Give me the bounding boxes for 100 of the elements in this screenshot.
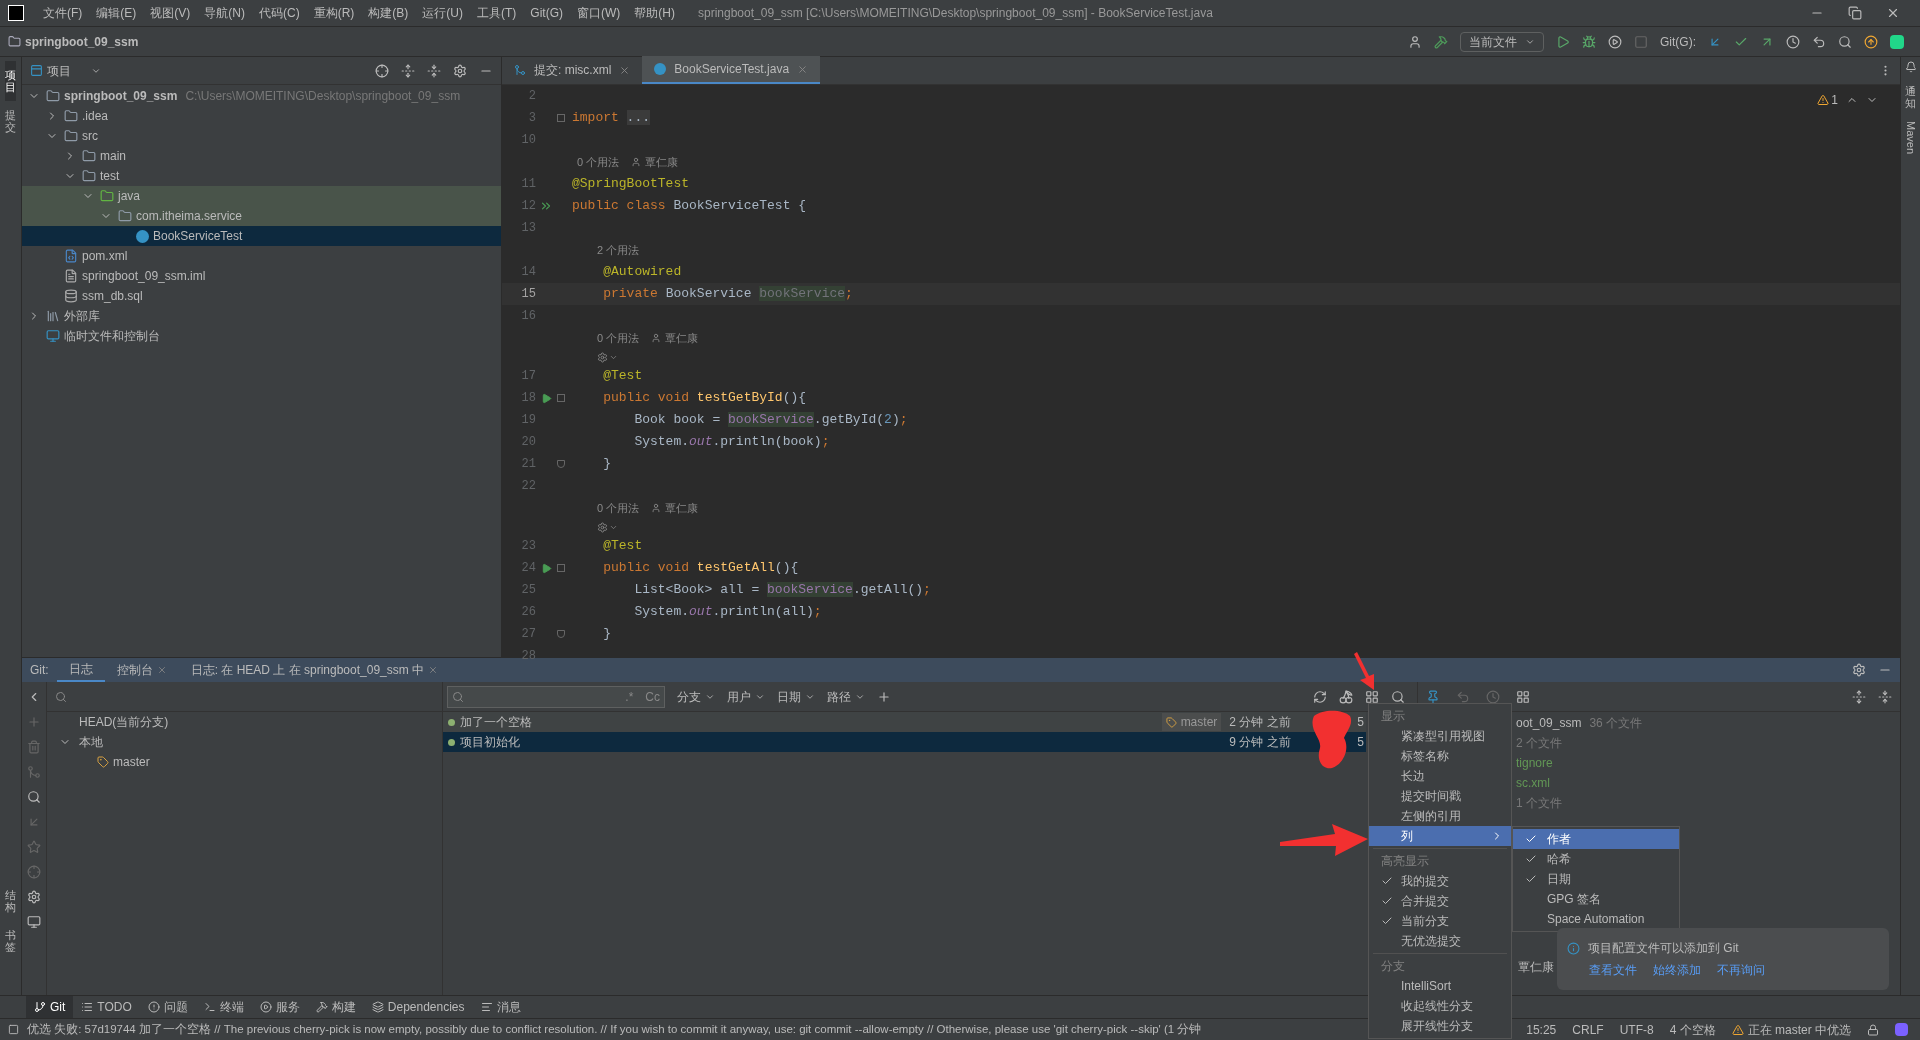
menu-item[interactable]: 窗口(W) (570, 4, 628, 22)
menu-item[interactable]: 工具(T) (470, 4, 524, 22)
locate-icon[interactable] (375, 63, 389, 78)
side-tab[interactable]: 项目 (5, 61, 16, 102)
filter-dropdown[interactable]: 日期 (777, 687, 815, 706)
expand-all-icon[interactable] (1852, 689, 1866, 704)
file-entry[interactable]: tignore (1516, 754, 1553, 772)
merge-icon[interactable] (27, 765, 41, 779)
close-icon[interactable] (1886, 6, 1900, 20)
tree-item[interactable]: main (22, 146, 501, 166)
close-icon[interactable] (619, 64, 631, 76)
menu-item[interactable]: 提交时间戳 (1369, 786, 1511, 806)
branch-item[interactable]: master (113, 753, 150, 771)
star-icon[interactable] (27, 840, 41, 854)
run-icon[interactable] (1556, 34, 1570, 49)
settings-icon[interactable] (1852, 663, 1866, 677)
filter-dropdown[interactable]: 用户 (727, 687, 765, 706)
panel-tab[interactable]: 控制台 (104, 658, 179, 682)
usage-hint[interactable]: 0 个用法 (597, 329, 640, 347)
menu-item[interactable]: 长边 (1369, 766, 1511, 786)
editor-tab[interactable]: 提交: misc.xml (502, 56, 643, 84)
side-tab[interactable]: 通知 (1905, 85, 1916, 110)
tool-window-button[interactable]: Dependencies (363, 995, 473, 1019)
line-ending[interactable]: CRLF (1572, 1020, 1604, 1039)
branch-item[interactable]: HEAD(当前分支) (79, 713, 169, 731)
tree-item[interactable]: 临时文件和控制台 (22, 326, 501, 346)
project-name[interactable]: springboot_09_ssm (25, 32, 139, 51)
menu-item[interactable]: 作者 (1513, 829, 1679, 849)
author-hint[interactable]: 覃仁康 (665, 329, 699, 347)
menu-item[interactable]: 重构(R) (306, 4, 362, 22)
side-tab[interactable]: 提交 (5, 101, 16, 142)
lock-icon[interactable] (1867, 1023, 1879, 1036)
tree-item[interactable]: 外部库 (22, 306, 501, 326)
refresh-icon[interactable] (1313, 689, 1327, 704)
new-tab-icon[interactable] (877, 689, 891, 704)
file-entry[interactable]: oot_09_ssm (1516, 714, 1582, 732)
tree-item[interactable]: springboot_09_ssm C:\Users\MOMEITING\Desktop\springboot_09_ssm (22, 86, 501, 106)
side-tab[interactable]: 书签 (5, 920, 16, 961)
gear-icon[interactable] (597, 351, 608, 363)
filter-dropdown[interactable]: 路径 (827, 687, 865, 706)
preview-icon[interactable] (27, 915, 41, 929)
run-test-icon[interactable] (540, 562, 552, 574)
notification-link[interactable]: 查看文件 (1589, 961, 1637, 979)
stop-icon[interactable] (1634, 34, 1648, 49)
usage-hint[interactable]: 0 个用法 (597, 499, 640, 517)
tool-window-button[interactable]: 服务 (251, 995, 308, 1019)
file-entry[interactable]: sc.xml (1516, 774, 1550, 792)
delete-icon[interactable] (27, 740, 41, 754)
menu-item[interactable]: 合并提交 (1369, 891, 1511, 911)
menu-item[interactable]: 展开线性分支 (1369, 1016, 1511, 1036)
menu-item[interactable]: 无优选提交 (1369, 931, 1511, 951)
tree-item[interactable]: java (22, 186, 501, 206)
tool-window-button[interactable]: 构建 (307, 995, 364, 1019)
panel-toggle-icon[interactable] (8, 1024, 19, 1035)
cherry-icon[interactable] (1339, 689, 1353, 704)
plugin-logo-icon[interactable] (1890, 34, 1904, 49)
menu-item[interactable]: 哈希 (1513, 849, 1679, 869)
tree-item[interactable]: springboot_09_ssm.iml (22, 266, 501, 286)
panel-tab[interactable]: 日志 (56, 658, 105, 682)
project-view-dropdown[interactable]: 项目 (30, 61, 101, 80)
debug-icon[interactable] (1582, 34, 1596, 49)
rollback-icon[interactable] (1812, 34, 1826, 49)
pin-icon[interactable] (1426, 689, 1440, 704)
branch-item[interactable]: 本地 (79, 733, 103, 751)
menu-item[interactable]: IntelliSort (1369, 976, 1511, 996)
menu-item[interactable]: 日期 (1513, 869, 1679, 889)
menu-item[interactable]: 帮助(H) (627, 4, 682, 22)
tool-window-button[interactable]: 终端 (195, 995, 252, 1019)
build-icon[interactable] (1434, 34, 1448, 49)
search-icon[interactable] (1838, 34, 1852, 49)
notification-link[interactable]: 不再询问 (1717, 961, 1765, 979)
tree-item[interactable]: pom.xml (22, 246, 501, 266)
tool-window-button[interactable]: TODO (73, 995, 140, 1019)
gear-icon[interactable] (597, 521, 608, 533)
tool-window-button[interactable]: 消息 (472, 995, 529, 1019)
search-icon[interactable] (27, 790, 41, 804)
tree-item[interactable]: com.itheima.service (22, 206, 501, 226)
vcs-status[interactable]: 正在 master 中优选 (1747, 1020, 1851, 1039)
search-icon[interactable] (1391, 689, 1405, 704)
usage-hint[interactable]: 0 个用法 (577, 153, 620, 171)
grid-icon[interactable] (1516, 689, 1530, 704)
menu-item[interactable]: 标签名称 (1369, 746, 1511, 766)
side-tab[interactable]: 结构 (5, 880, 16, 921)
expand-all-icon[interactable] (401, 63, 415, 78)
update-available-icon[interactable] (1864, 34, 1878, 49)
usage-hint[interactable]: 2 个用法 (597, 241, 640, 259)
collapse-all-icon[interactable] (427, 63, 441, 78)
tool-window-button[interactable]: Git (26, 995, 74, 1019)
panel-tab[interactable]: 日志: 在 HEAD 上 在 springboot_09_ssm 中 (178, 658, 451, 682)
menu-item[interactable]: 文件(F) (36, 4, 90, 22)
tree-item[interactable]: ssm_db.sql (22, 286, 501, 306)
menu-item[interactable]: 列 (1369, 826, 1511, 846)
editor-tab[interactable]: BookServiceTest.java (642, 56, 821, 84)
notification-link[interactable]: 始终添加 (1653, 961, 1701, 979)
run-config-dropdown[interactable]: 当前文件 (1460, 31, 1544, 52)
tree-item[interactable]: test (22, 166, 501, 186)
filter-dropdown[interactable]: 分支 (677, 687, 715, 706)
file-encoding[interactable]: UTF-8 (1619, 1020, 1654, 1039)
indent-setting[interactable]: 4 个空格 (1669, 1020, 1716, 1039)
undo-icon[interactable] (1456, 689, 1470, 704)
